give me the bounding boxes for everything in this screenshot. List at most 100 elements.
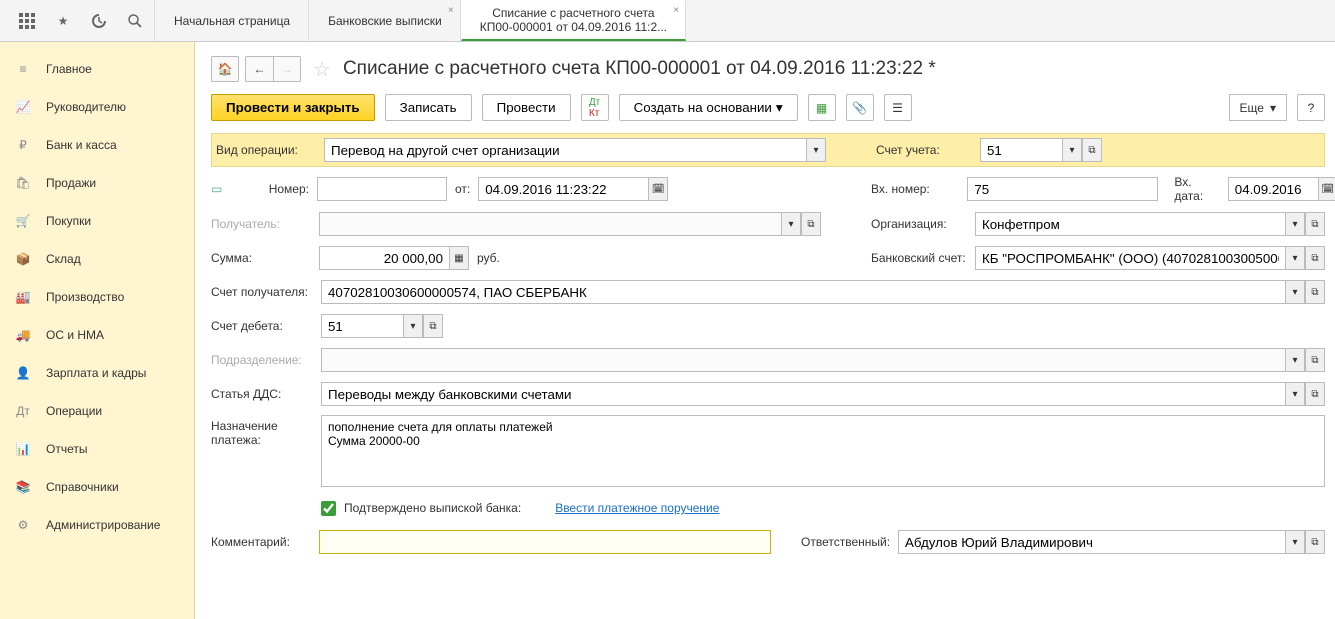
checkbox-input[interactable] [321, 501, 336, 516]
sidebar-label: Справочники [46, 480, 119, 494]
tab-home[interactable]: Начальная страница [155, 0, 309, 41]
home-button[interactable]: 🏠 [211, 56, 239, 82]
enter-order-link[interactable]: Ввести платежное поручение [555, 501, 719, 515]
row-confirmed: Подтверждено выпиской банка: Ввести плат… [211, 495, 1325, 521]
tab-bank[interactable]: Банковские выписки× [309, 0, 461, 41]
sidebar-item-salary[interactable]: 👤Зарплата и кадры [0, 354, 194, 392]
open-icon[interactable]: ⧉ [801, 212, 821, 236]
op-type-input[interactable] [324, 138, 806, 162]
confirmed-checkbox[interactable]: Подтверждено выпиской банка: [321, 501, 521, 516]
report-icon: 📊 [14, 440, 32, 458]
sidebar-label: Производство [46, 290, 124, 304]
dropdown-icon[interactable]: ▾ [806, 138, 826, 162]
in-number-input[interactable] [967, 177, 1158, 201]
sum-input[interactable] [319, 246, 449, 270]
sidebar-item-reports[interactable]: 📊Отчеты [0, 430, 194, 468]
open-icon[interactable]: ⧉ [1305, 382, 1325, 406]
sidebar-item-bank[interactable]: ₽Банк и касса [0, 126, 194, 164]
calendar-icon[interactable]: 🗓 [1318, 177, 1335, 201]
close-icon[interactable]: × [448, 5, 454, 16]
label-organization: Организация: [871, 217, 967, 231]
sidebar-item-purchases[interactable]: 🛒Покупки [0, 202, 194, 240]
forward-button[interactable]: → [273, 56, 301, 82]
recipient-input[interactable] [319, 212, 781, 236]
dropdown-icon[interactable]: ▾ [1285, 212, 1305, 236]
debit-input[interactable] [321, 314, 403, 338]
back-button[interactable]: ← [245, 56, 273, 82]
number-input[interactable] [317, 177, 447, 201]
close-icon[interactable]: × [673, 5, 679, 16]
apps-icon[interactable] [18, 12, 36, 30]
dropdown-icon[interactable]: ▾ [1062, 138, 1082, 162]
bank-account-input[interactable] [975, 246, 1285, 270]
sidebar-item-main[interactable]: ≡Главное [0, 50, 194, 88]
help-button[interactable]: ? [1297, 94, 1325, 121]
open-icon[interactable]: ⧉ [423, 314, 443, 338]
search-icon[interactable] [126, 12, 144, 30]
sidebar-item-admin[interactable]: ⚙Администрирование [0, 506, 194, 544]
open-icon[interactable]: ⧉ [1305, 280, 1325, 304]
department-input[interactable] [321, 348, 1285, 372]
truck-icon: 🚚 [14, 326, 32, 344]
topbar: ★ Начальная страница Банковские выписки×… [0, 0, 1335, 42]
sidebar-label: Продажи [46, 176, 96, 190]
history-icon[interactable] [90, 12, 108, 30]
post-close-button[interactable]: Провести и закрыть [211, 94, 375, 121]
dropdown-icon[interactable]: ▾ [1285, 280, 1305, 304]
save-button[interactable]: Записать [385, 94, 472, 121]
row-recipient: Получатель: ▾ ⧉ Организация: ▾ ⧉ [211, 211, 1325, 237]
account-input[interactable] [980, 138, 1062, 162]
responsible-input[interactable] [898, 530, 1285, 554]
comment-input[interactable] [319, 530, 771, 554]
star-icon[interactable]: ★ [54, 12, 72, 30]
sidebar-item-warehouse[interactable]: 📦Склад [0, 240, 194, 278]
dropdown-icon[interactable]: ▾ [1285, 348, 1305, 372]
purpose-textarea[interactable] [321, 415, 1325, 487]
rec-account-input[interactable] [321, 280, 1285, 304]
favorite-star-icon[interactable]: ☆ [313, 57, 331, 82]
sidebar-item-refs[interactable]: 📚Справочники [0, 468, 194, 506]
dtkt-button[interactable]: ДтКт [581, 94, 609, 121]
dropdown-icon[interactable]: ▾ [1285, 382, 1305, 406]
open-icon[interactable]: ⧉ [1305, 246, 1325, 270]
open-icon[interactable]: ⧉ [1082, 138, 1102, 162]
label-in-date: Вх. дата: [1174, 175, 1219, 203]
row-sum: Сумма: ▦ руб. Банковский счет: ▾ ⧉ [211, 245, 1325, 271]
tab-document[interactable]: Списание с расчетного счета КП00-000001 … [461, 0, 686, 41]
post-button[interactable]: Провести [482, 94, 571, 121]
dropdown-icon[interactable]: ▾ [1285, 530, 1305, 554]
tab-label: Списание с расчетного счета [492, 6, 654, 20]
sidebar-item-assets[interactable]: 🚚ОС и НМА [0, 316, 194, 354]
page-title: Списание с расчетного счета КП00-000001 … [343, 58, 936, 80]
label-debit: Счет дебета: [211, 319, 311, 333]
row-comment: Комментарий: Ответственный: ▾ ⧉ [211, 529, 1325, 555]
calculator-icon[interactable]: ▦ [449, 246, 469, 270]
dropdown-icon[interactable]: ▾ [1285, 246, 1305, 270]
operations-icon: Дт [14, 402, 32, 420]
organization-input[interactable] [975, 212, 1285, 236]
more-button[interactable]: Еще▾ [1229, 94, 1287, 121]
sidebar-label: Склад [46, 252, 81, 266]
sidebar: ≡Главное 📈Руководителю ₽Банк и касса 🛍Пр… [0, 42, 195, 619]
sidebar-item-sales[interactable]: 🛍Продажи [0, 164, 194, 202]
chevron-down-icon: ▾ [776, 100, 783, 116]
date-input[interactable] [478, 177, 648, 201]
open-icon[interactable]: ⧉ [1305, 530, 1325, 554]
list-button[interactable]: ☰ [884, 94, 912, 121]
create-based-button[interactable]: Создать на основании ▾ [619, 94, 798, 121]
open-icon[interactable]: ⧉ [1305, 212, 1325, 236]
open-icon[interactable]: ⧉ [1305, 348, 1325, 372]
dropdown-icon[interactable]: ▾ [781, 212, 801, 236]
sidebar-item-manager[interactable]: 📈Руководителю [0, 88, 194, 126]
calendar-icon[interactable]: 🗓 [648, 177, 668, 201]
doc-icon-button[interactable]: ▦ [808, 94, 836, 121]
in-date-input[interactable] [1228, 177, 1318, 201]
person-icon: 👤 [14, 364, 32, 382]
attach-button[interactable]: 📎 [846, 94, 874, 121]
cart-icon: 🛒 [14, 212, 32, 230]
sidebar-label: Главное [46, 62, 92, 76]
dropdown-icon[interactable]: ▾ [403, 314, 423, 338]
dds-input[interactable] [321, 382, 1285, 406]
sidebar-item-production[interactable]: 🏭Производство [0, 278, 194, 316]
sidebar-item-operations[interactable]: ДтОперации [0, 392, 194, 430]
